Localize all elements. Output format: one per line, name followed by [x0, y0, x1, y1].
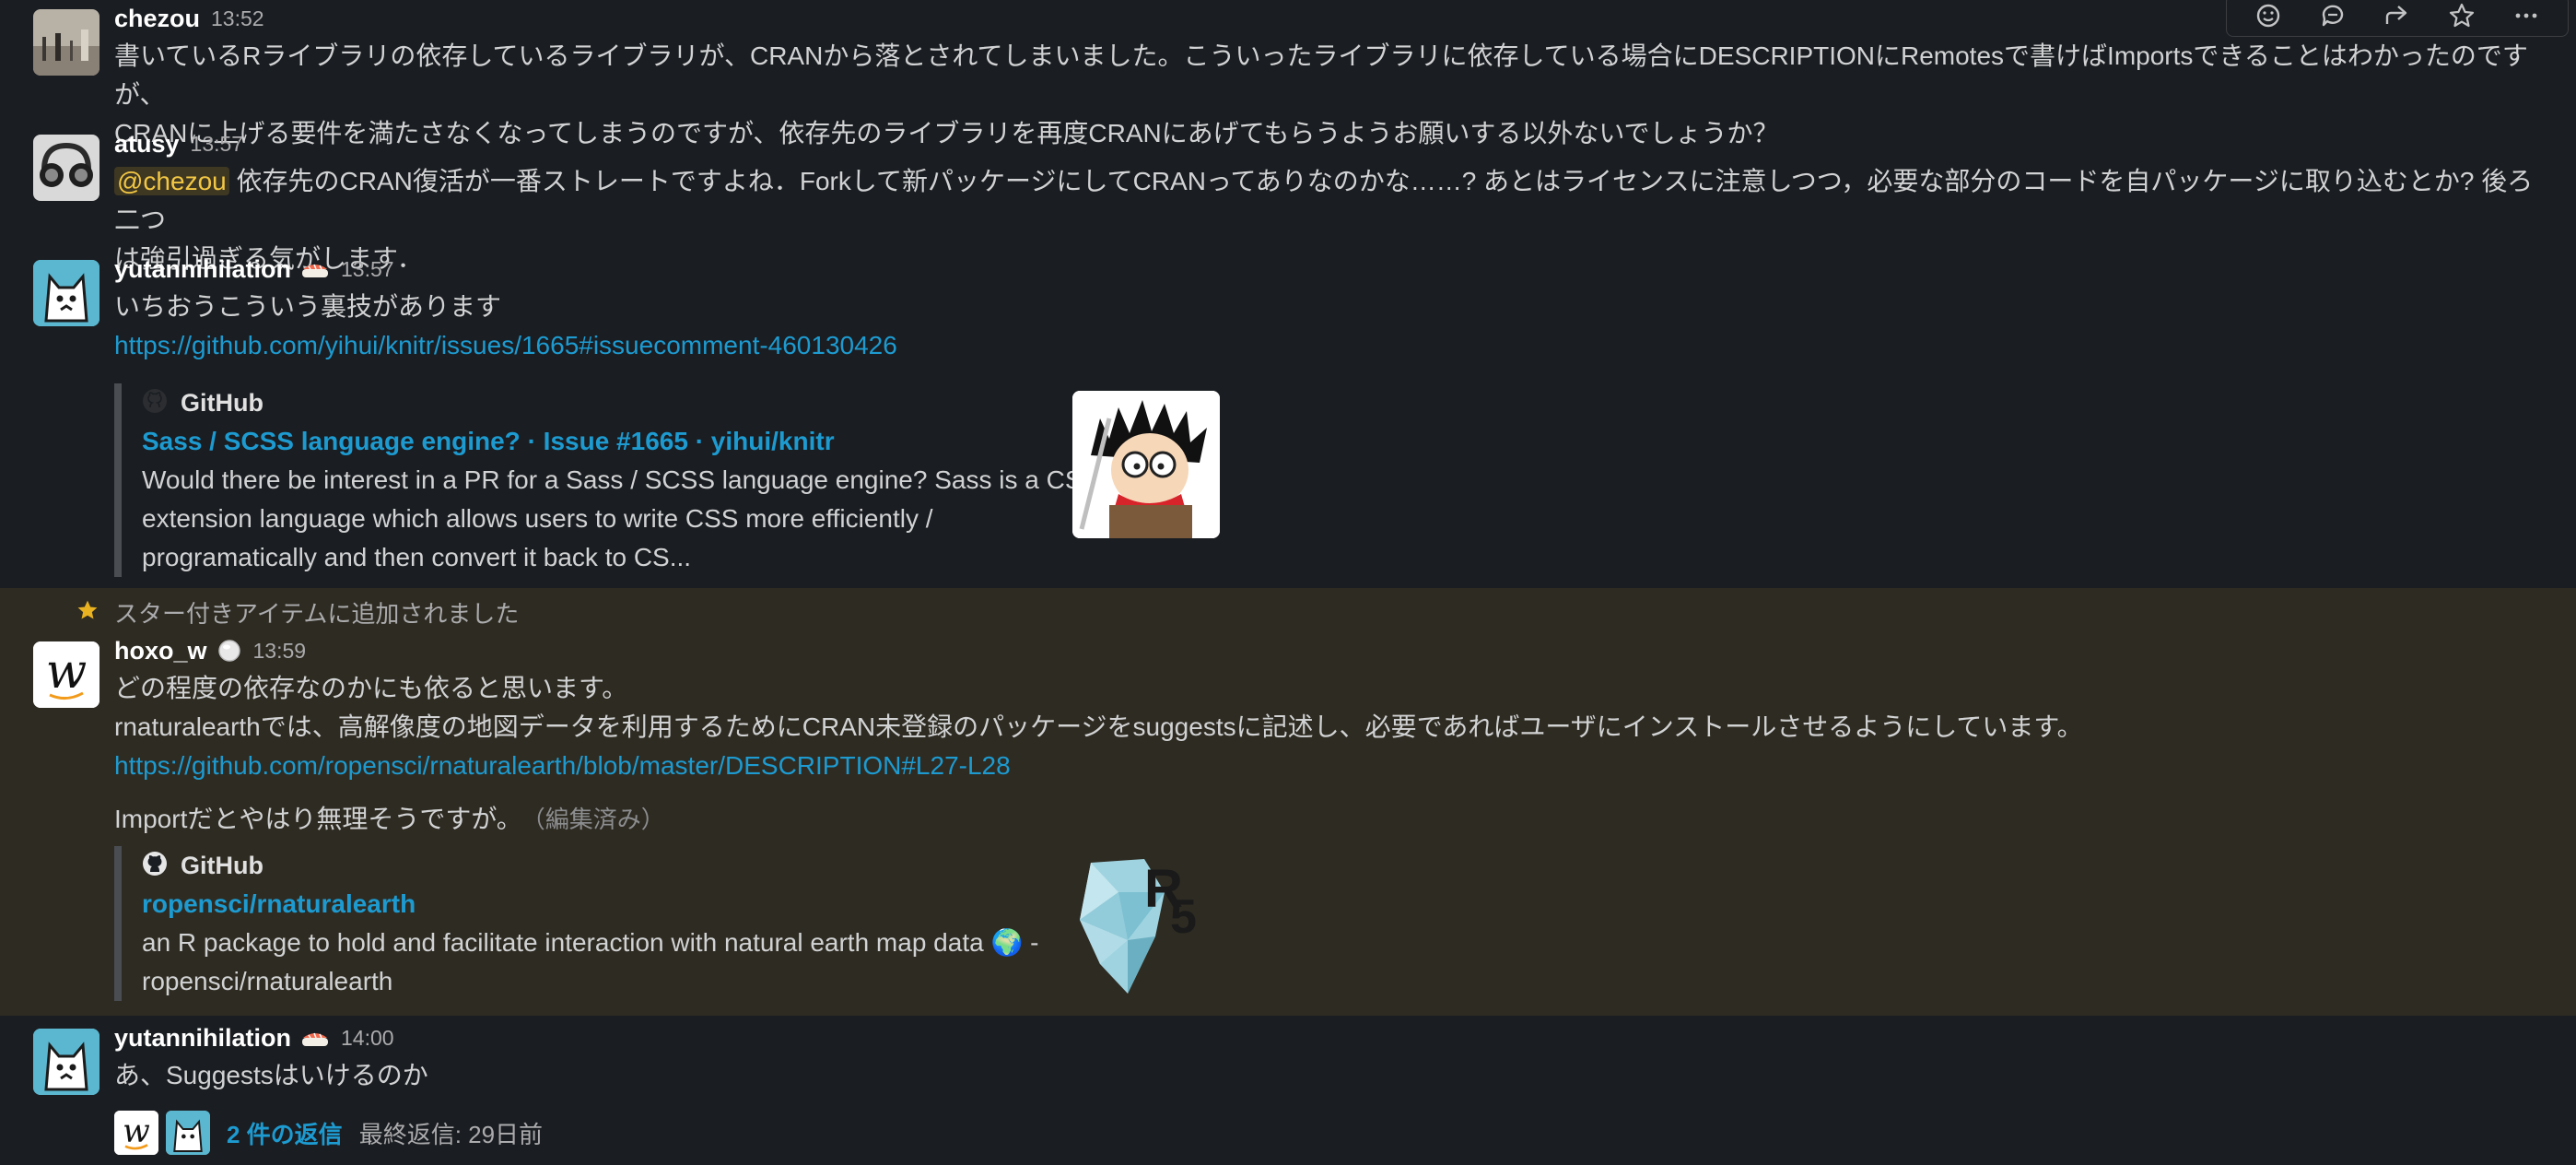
- avatar[interactable]: [33, 1029, 100, 1095]
- star-filled-icon: [76, 598, 100, 627]
- message-text-line: @chezou 依存先のCRAN復活が一番ストレートですよね．Forkして新パッ…: [114, 162, 2558, 240]
- last-reply-time: 最終返信: 29日前: [358, 1120, 544, 1148]
- unfurl-source-name: GitHub: [181, 851, 263, 879]
- unfurl-source-name: GitHub: [181, 388, 263, 417]
- message-text-line: 書いているRライブラリの依存しているライブラリが、CRANから落とされてしまいま…: [114, 41, 2528, 109]
- username[interactable]: hoxo_w: [114, 637, 207, 665]
- timestamp[interactable]: 13:52: [211, 6, 264, 31]
- link-unfurl[interactable]: GitHub Sass / SCSS language engine? · Is…: [114, 383, 1229, 577]
- unfurl-description: extension language which allows users to…: [142, 504, 933, 533]
- avatar[interactable]: w: [33, 641, 100, 708]
- message-text: いちおうこういう裏技があります: [114, 292, 502, 321]
- message-text: あ、Suggestsはいけるのか: [114, 1061, 428, 1089]
- unfurl-thumbnail[interactable]: R 5: [1072, 855, 1220, 1003]
- rice-ball-icon: [217, 638, 242, 664]
- timestamp[interactable]: 13:57: [341, 257, 394, 282]
- github-icon: [142, 851, 168, 881]
- svg-text:w: w: [46, 644, 88, 700]
- starred-notice: スター付きアイテムに追加されました: [76, 594, 519, 630]
- unfurl-thumbnail[interactable]: [1072, 391, 1220, 538]
- reply-count-link[interactable]: 2 件の返信: [227, 1116, 343, 1150]
- unfurl-title-link[interactable]: Sass / SCSS language engine? · Issue #16…: [142, 422, 1229, 461]
- github-icon: [142, 388, 168, 418]
- timestamp[interactable]: 13:57: [191, 132, 244, 157]
- message-yutannihilation[interactable]: yutannihilation 13:57 いちおうこういう裏技があります ht…: [0, 251, 2576, 586]
- avatar[interactable]: [33, 135, 100, 201]
- sushi-icon: [300, 258, 330, 280]
- username[interactable]: chezou: [114, 5, 200, 33]
- username[interactable]: yutannihilation: [114, 1024, 291, 1053]
- unfurl-description: ropensci/rnaturalearth: [142, 967, 393, 995]
- message-link[interactable]: https://github.com/yihui/knitr/issues/16…: [114, 326, 2558, 365]
- svg-text:w: w: [123, 1112, 150, 1149]
- unfurl-title-link[interactable]: ropensci/rnaturalearth: [142, 885, 1229, 924]
- message-text: 依存先のCRAN復活が一番ストレートですよね．Forkして新パッケージにしてCR…: [114, 167, 2534, 234]
- message-link[interactable]: https://github.com/ropensci/rnaturaleart…: [114, 747, 2558, 785]
- avatar[interactable]: [33, 260, 100, 326]
- avatar[interactable]: [33, 9, 100, 76]
- link-unfurl[interactable]: GitHub ropensci/rnaturalearth an R packa…: [114, 846, 1229, 1001]
- unfurl-description: programatically and then convert it back…: [142, 543, 692, 571]
- message-text-line: rnaturalearthでは、高解像度の地図データを利用するためにCRAN未登…: [114, 712, 2083, 741]
- avatar: [166, 1111, 210, 1155]
- message-text-line: Importだとやはり無理そうですが。 （編集済み）: [114, 800, 2558, 839]
- svg-text:5: 5: [1170, 890, 1197, 944]
- unfurl-description: Would there be interest in a PR for a Sa…: [142, 465, 1100, 494]
- message-hoxo-w[interactable]: w hoxo_w 13:59 どの程度の依存なのかにも依ると思います。 rnat…: [0, 632, 2576, 1014]
- message-text-line: どの程度の依存なのかにも依ると思います。: [114, 674, 628, 702]
- timestamp[interactable]: 13:59: [253, 639, 307, 664]
- message-atusy[interactable]: atusy 13:57 @chezou 依存先のCRAN復活が一番ストレートです…: [0, 125, 2576, 273]
- unfurl-description: an R package to hold and facilitate inte…: [142, 928, 1039, 957]
- sushi-icon: [300, 1027, 330, 1049]
- message-text: Importだとやはり無理そうですが。: [114, 805, 522, 833]
- username[interactable]: atusy: [114, 130, 180, 159]
- edited-label: （編集済み）: [533, 806, 665, 833]
- avatar: w: [114, 1111, 158, 1155]
- user-mention[interactable]: @chezou: [114, 167, 229, 195]
- message-chezou[interactable]: chezou 13:52 書いているRライブラリの依存しているライブラリが、CR…: [0, 0, 2576, 147]
- timestamp[interactable]: 14:00: [341, 1026, 394, 1051]
- thread-replies-bar[interactable]: w 2 件の返信 最終返信: 29日前: [114, 1110, 543, 1156]
- username[interactable]: yutannihilation: [114, 255, 291, 284]
- starred-label: スター付きアイテムに追加されました: [114, 599, 520, 628]
